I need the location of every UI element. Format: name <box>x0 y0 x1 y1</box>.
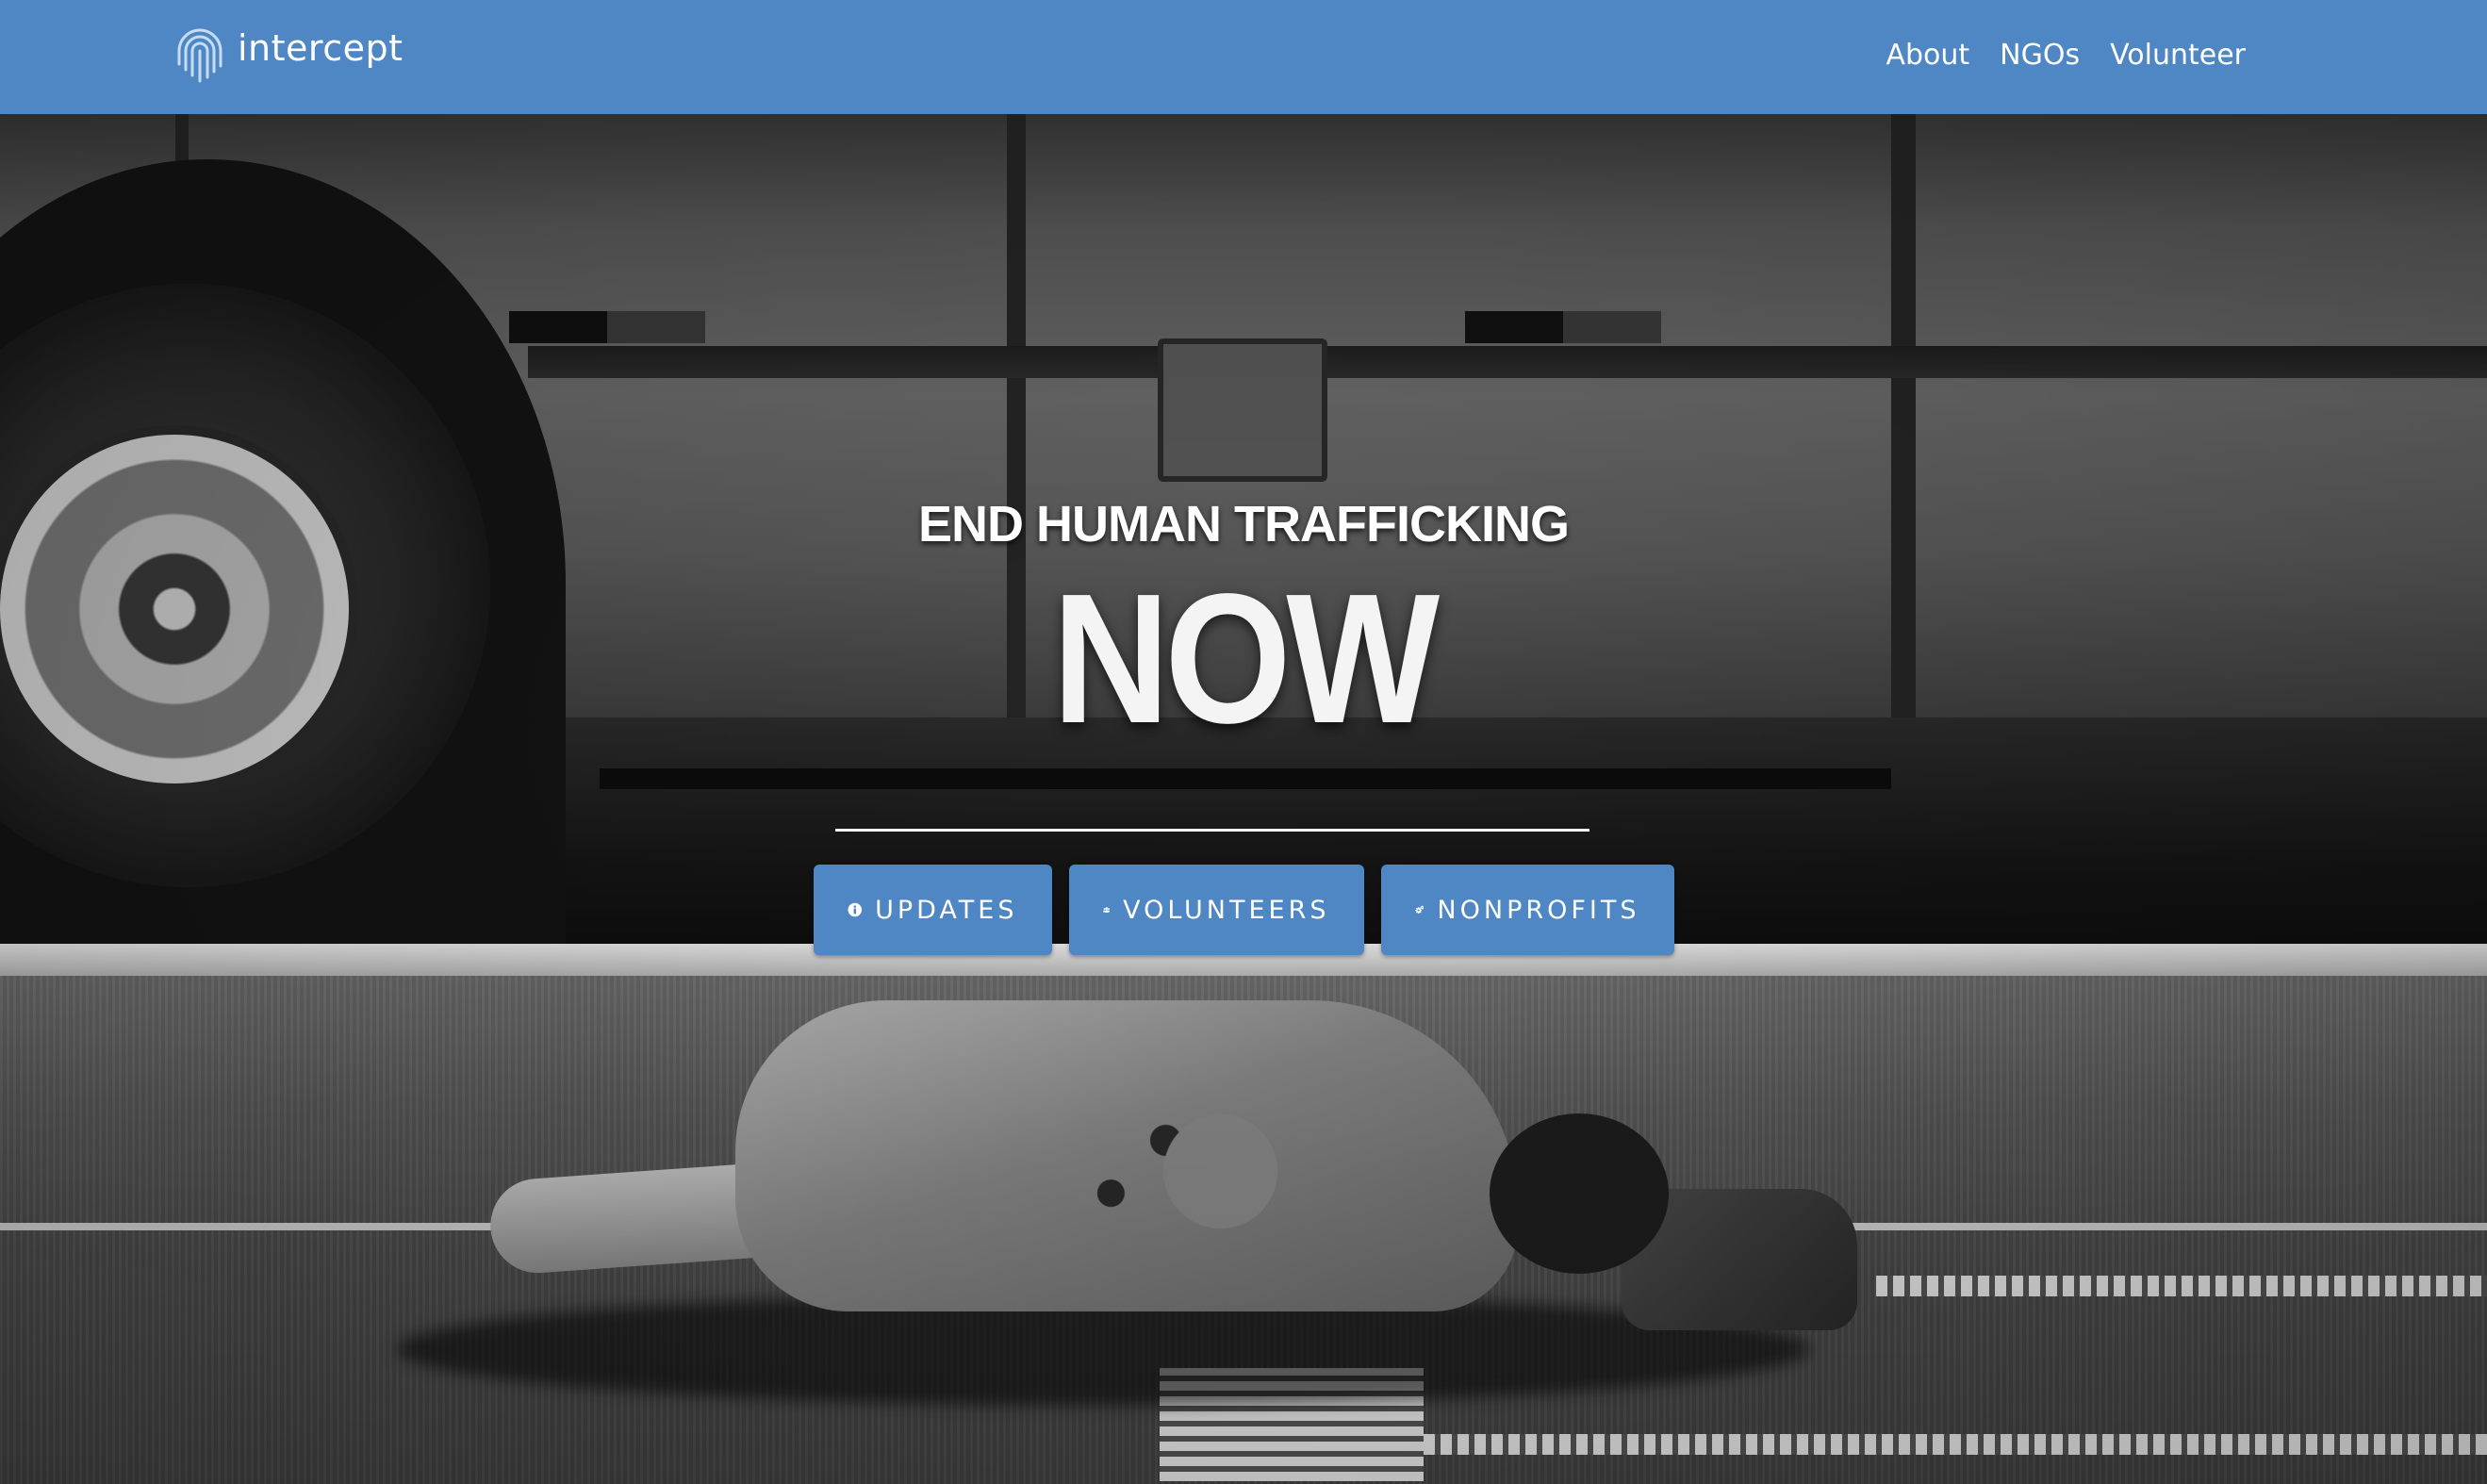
hero-subtitle: END HUMAN TRAFFICKING <box>918 496 1570 552</box>
nav-menu: About NGOs Volunteer <box>1886 28 2246 81</box>
volunteers-button-label: VOLUNTEERS <box>1123 895 1330 925</box>
hero-button-group: UPDATES VOLUNTEERS NONPROFITS <box>0 865 2487 955</box>
hero-divider <box>835 829 1589 832</box>
updates-button[interactable]: UPDATES <box>813 865 1052 955</box>
top-navbar: intercept About NGOs Volunteer <box>0 0 2487 114</box>
updates-button-label: UPDATES <box>875 895 1018 925</box>
landing-page: intercept About NGOs Volunteer END HUMAN… <box>0 0 2487 1484</box>
nav-link-about[interactable]: About <box>1886 39 1969 72</box>
brand-name: intercept <box>238 27 404 69</box>
users-icon <box>1102 907 1111 913</box>
info-circle-icon <box>847 902 862 917</box>
gears-icon <box>1414 905 1425 915</box>
nav-link-volunteer[interactable]: Volunteer <box>2110 39 2246 72</box>
fingerprint-icon <box>177 28 222 83</box>
hero-content: END HUMAN TRAFFICKING NOW UPDATES VOLUNT… <box>0 114 2487 963</box>
volunteers-button[interactable]: VOLUNTEERS <box>1068 865 1364 955</box>
hero-title: NOW <box>1052 555 1440 762</box>
brand-logo-link[interactable]: intercept <box>173 23 404 85</box>
nav-link-ngos[interactable]: NGOs <box>2000 39 2080 72</box>
nonprofits-button-label: NONPROFITS <box>1437 895 1640 925</box>
nonprofits-button[interactable]: NONPROFITS <box>1380 865 1674 955</box>
